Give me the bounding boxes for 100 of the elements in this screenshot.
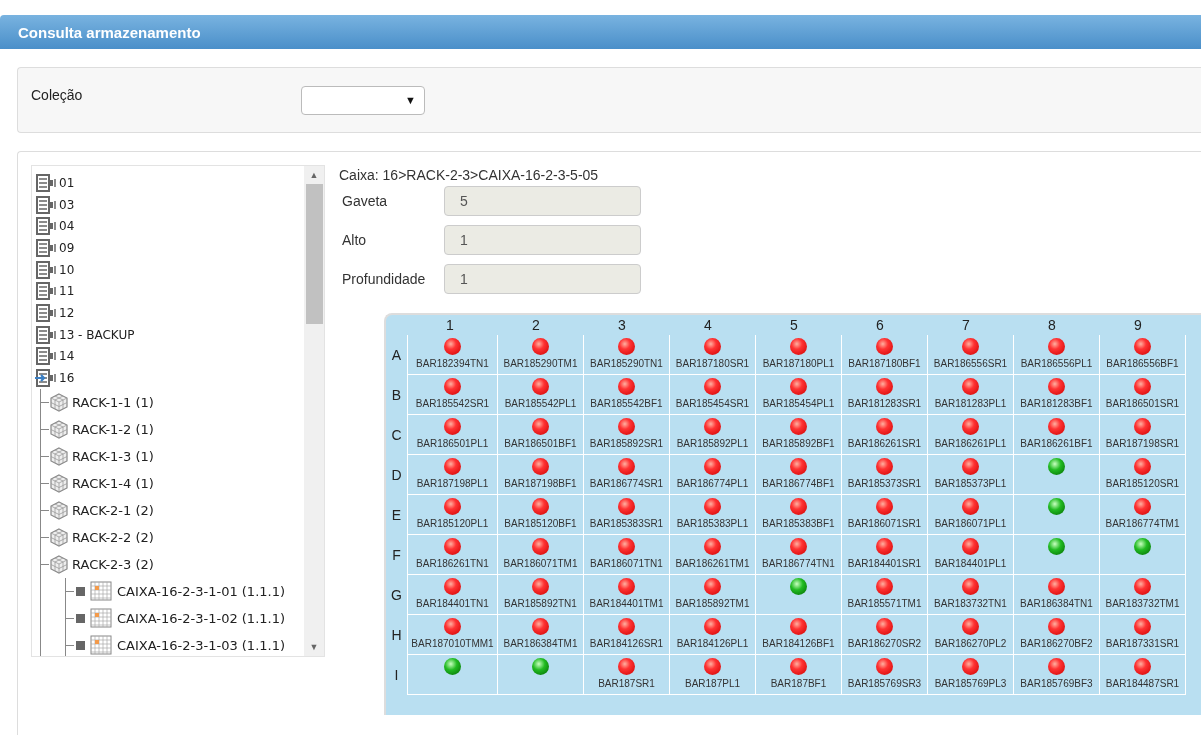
grid-slot[interactable]: BAR185290TN1 bbox=[584, 335, 670, 375]
grid-slot[interactable]: BAR185454PL1 bbox=[756, 375, 842, 415]
tree-item[interactable]: 16 bbox=[59, 371, 75, 386]
grid-slot[interactable]: BAR186261BF1 bbox=[1014, 415, 1100, 455]
grid-slot[interactable]: BAR182394TN1 bbox=[407, 335, 498, 375]
tree-item[interactable]: 01 bbox=[59, 175, 75, 190]
grid-slot[interactable]: BAR186270BF2 bbox=[1014, 615, 1100, 655]
tree-item[interactable]: 09 bbox=[59, 240, 75, 255]
grid-slot[interactable]: BAR186774TM1 bbox=[1100, 495, 1186, 535]
grid-slot[interactable]: BAR187180BF1 bbox=[842, 335, 928, 375]
grid-slot[interactable]: BAR184401PL1 bbox=[928, 535, 1014, 575]
scroll-down-arrow[interactable]: ▼ bbox=[309, 638, 319, 656]
tree-item[interactable]: CAIXA-16-2-3-1-02 (1.1.1) bbox=[117, 610, 286, 626]
shelf-icon[interactable] bbox=[35, 173, 59, 192]
grid-slot[interactable]: BAR186774BF1 bbox=[756, 455, 842, 495]
grid-slot[interactable]: BAR185120BF1 bbox=[498, 495, 584, 535]
shelf-icon[interactable] bbox=[35, 303, 59, 322]
grid-slot[interactable]: BAR185892TM1 bbox=[670, 575, 756, 615]
grid-slot[interactable]: BAR186261SR1 bbox=[842, 415, 928, 455]
grid-slot[interactable]: BAR185454SR1 bbox=[670, 375, 756, 415]
grid-slot[interactable]: BAR186261TM1 bbox=[670, 535, 756, 575]
grid-slot[interactable]: BAR187331SR1 bbox=[1100, 615, 1186, 655]
tree-item[interactable]: 14 bbox=[59, 349, 75, 364]
tree-item[interactable]: 12 bbox=[59, 305, 75, 320]
grid-slot[interactable]: BAR187180PL1 bbox=[756, 335, 842, 375]
tree-item[interactable]: 10 bbox=[59, 262, 75, 277]
tree-item[interactable]: RACK-2-1 (2) bbox=[72, 502, 154, 518]
input-field[interactable]: 5 bbox=[444, 186, 641, 216]
grid-slot[interactable]: BAR184126SR1 bbox=[584, 615, 670, 655]
grid-slot[interactable]: BAR186071TN1 bbox=[584, 535, 670, 575]
input-field[interactable]: 1 bbox=[444, 225, 641, 255]
grid-slot[interactable]: BAR187010TMM1 bbox=[407, 615, 498, 655]
shelf-icon[interactable] bbox=[35, 195, 59, 214]
grid-slot[interactable]: BAR186270PL2 bbox=[928, 615, 1014, 655]
scroll-up-arrow[interactable]: ▲ bbox=[309, 166, 319, 184]
grid-slot[interactable]: BAR185769SR3 bbox=[842, 655, 928, 695]
grid-slot[interactable]: BAR187198PL1 bbox=[407, 455, 498, 495]
grid-slot[interactable]: BAR184401TM1 bbox=[584, 575, 670, 615]
tree-item[interactable]: 03 bbox=[59, 197, 75, 212]
shelf-icon[interactable] bbox=[35, 238, 59, 257]
shelf-icon[interactable] bbox=[35, 347, 59, 366]
tree-item[interactable]: RACK-1-4 (1) bbox=[72, 475, 154, 491]
grid-slot[interactable]: BAR186071TM1 bbox=[498, 535, 584, 575]
grid-slot[interactable]: BAR185892TN1 bbox=[498, 575, 584, 615]
grid-slot[interactable]: BAR186556PL1 bbox=[1014, 335, 1100, 375]
grid-slot[interactable]: BAR186384TM1 bbox=[498, 615, 584, 655]
grid-slot[interactable]: BAR186501SR1 bbox=[1100, 375, 1186, 415]
grid-slot[interactable]: BAR185373PL1 bbox=[928, 455, 1014, 495]
grid-slot[interactable] bbox=[1014, 535, 1100, 575]
grid-slot[interactable]: BAR186384TN1 bbox=[1014, 575, 1100, 615]
grid-slot[interactable]: BAR186774PL1 bbox=[670, 455, 756, 495]
grid-slot[interactable]: BAR186270SR2 bbox=[842, 615, 928, 655]
grid-slot[interactable]: BAR185542PL1 bbox=[498, 375, 584, 415]
grid-slot[interactable]: BAR185120SR1 bbox=[1100, 455, 1186, 495]
grid-slot[interactable]: BAR185383PL1 bbox=[670, 495, 756, 535]
tree-item[interactable]: RACK-2-2 (2) bbox=[72, 529, 154, 545]
scrollbar-thumb[interactable] bbox=[305, 184, 323, 324]
grid-slot[interactable]: BAR185383SR1 bbox=[584, 495, 670, 535]
shelf-icon[interactable] bbox=[35, 217, 59, 236]
grid-slot[interactable]: BAR181283PL1 bbox=[928, 375, 1014, 415]
collection-select[interactable]: ▼ bbox=[301, 85, 425, 115]
tree-item[interactable]: 13 - BACKUP bbox=[59, 327, 135, 342]
grid-slot[interactable]: BAR185571TM1 bbox=[842, 575, 928, 615]
grid-slot[interactable]: BAR187180SR1 bbox=[670, 335, 756, 375]
expanded-shelf-icon[interactable] bbox=[35, 369, 59, 388]
grid-slot[interactable]: BAR184126BF1 bbox=[756, 615, 842, 655]
tree-item[interactable]: RACK-2-3 (2) bbox=[72, 556, 154, 572]
tree-item[interactable]: RACK-1-3 (1) bbox=[72, 448, 154, 464]
grid-slot[interactable]: BAR185290TM1 bbox=[498, 335, 584, 375]
grid-slot[interactable]: BAR185892BF1 bbox=[756, 415, 842, 455]
shelf-icon[interactable] bbox=[35, 260, 59, 279]
shelf-icon[interactable] bbox=[35, 325, 59, 344]
tree-item[interactable]: CAIXA-16-2-3-1-01 (1.1.1) bbox=[117, 583, 286, 599]
grid-slot[interactable]: BAR185892PL1 bbox=[670, 415, 756, 455]
grid-slot[interactable]: BAR186261PL1 bbox=[928, 415, 1014, 455]
grid-slot[interactable]: BAR185769BF3 bbox=[1014, 655, 1100, 695]
input-field[interactable]: 1 bbox=[444, 264, 641, 294]
grid-slot[interactable] bbox=[756, 575, 842, 615]
grid-slot[interactable] bbox=[498, 655, 584, 695]
grid-slot[interactable]: BAR186071PL1 bbox=[928, 495, 1014, 535]
grid-slot[interactable]: BAR185373SR1 bbox=[842, 455, 928, 495]
tree-item[interactable]: CAIXA-16-2-3-1-03 (1.1.1) bbox=[117, 637, 286, 653]
grid-slot[interactable]: BAR184401TN1 bbox=[407, 575, 498, 615]
grid-slot[interactable]: BAR186071SR1 bbox=[842, 495, 928, 535]
grid-slot[interactable]: BAR181283BF1 bbox=[1014, 375, 1100, 415]
tree-item[interactable]: RACK-1-2 (1) bbox=[72, 421, 154, 437]
grid-slot[interactable]: BAR187198BF1 bbox=[498, 455, 584, 495]
grid-slot[interactable]: BAR187198SR1 bbox=[1100, 415, 1186, 455]
grid-slot[interactable] bbox=[407, 655, 498, 695]
shelf-icon[interactable] bbox=[35, 282, 59, 301]
grid-slot[interactable] bbox=[1014, 495, 1100, 535]
scrollbar[interactable]: ▲ ▼ bbox=[304, 166, 324, 656]
tree-item[interactable]: 04 bbox=[59, 219, 75, 234]
grid-slot[interactable]: BAR187PL1 bbox=[670, 655, 756, 695]
grid-slot[interactable]: BAR184401SR1 bbox=[842, 535, 928, 575]
grid-slot[interactable]: BAR186261TN1 bbox=[407, 535, 498, 575]
grid-slot[interactable]: BAR187SR1 bbox=[584, 655, 670, 695]
grid-slot[interactable]: BAR185120PL1 bbox=[407, 495, 498, 535]
grid-slot[interactable]: BAR186556SR1 bbox=[928, 335, 1014, 375]
grid-slot[interactable]: BAR184487SR1 bbox=[1100, 655, 1186, 695]
